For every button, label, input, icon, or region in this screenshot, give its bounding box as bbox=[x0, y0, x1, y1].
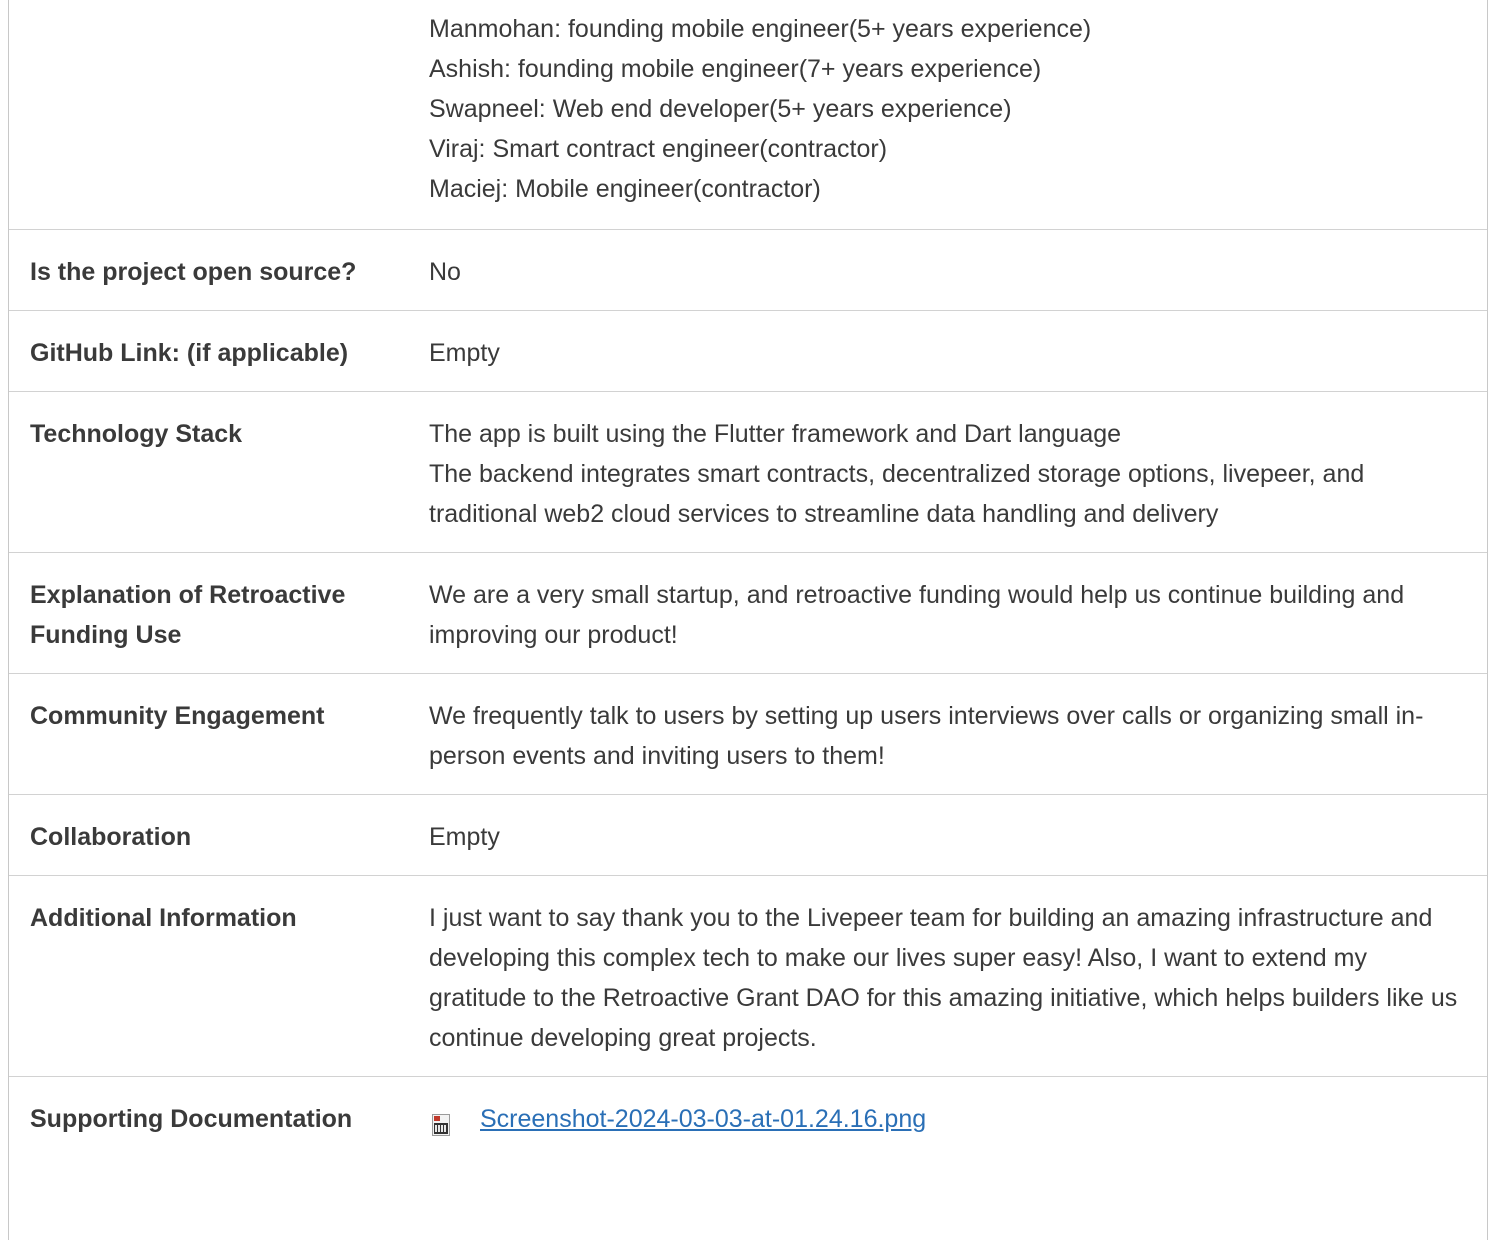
table-row-community-engagement: Community Engagement We frequently talk … bbox=[9, 673, 1487, 795]
row-label: Community Engagement bbox=[9, 673, 409, 795]
row-value: I just want to say thank you to the Live… bbox=[409, 875, 1487, 1077]
row-label bbox=[9, 0, 409, 230]
team-member: Viraj: Smart contract engineer(contracto… bbox=[429, 135, 888, 163]
stack-line: The app is built using the Flutter frame… bbox=[429, 420, 1122, 448]
details-table: Manmohan: founding mobile engineer(5+ ye… bbox=[9, 0, 1487, 1139]
row-value-attachment: Screenshot-2024-03-03-at-01.24.16.png bbox=[409, 1077, 1487, 1140]
table-row-supporting-documentation: Supporting Documentation Screenshot-2024… bbox=[9, 1077, 1487, 1140]
row-label: Explanation of Retroactive Funding Use bbox=[9, 552, 409, 674]
table-row-funding-use: Explanation of Retroactive Funding Use W… bbox=[9, 552, 1487, 674]
team-member: Ashish: founding mobile engineer(7+ year… bbox=[429, 55, 1042, 83]
row-label: Is the project open source? bbox=[9, 229, 409, 311]
table-row-github-link: GitHub Link: (if applicable) Empty bbox=[9, 310, 1487, 392]
row-value: Empty bbox=[409, 794, 1487, 876]
row-value: We are a very small startup, and retroac… bbox=[409, 552, 1487, 674]
attachment-link[interactable]: Screenshot-2024-03-03-at-01.24.16.png bbox=[480, 1099, 926, 1139]
table-row-collaboration: Collaboration Empty bbox=[9, 794, 1487, 876]
team-member: Swapneel: Web end developer(5+ years exp… bbox=[429, 95, 1012, 123]
team-member: Manmohan: founding mobile engineer(5+ ye… bbox=[429, 15, 1092, 43]
table-row-team: Manmohan: founding mobile engineer(5+ ye… bbox=[9, 0, 1487, 230]
submission-details: Manmohan: founding mobile engineer(5+ ye… bbox=[8, 0, 1488, 1240]
row-value: No bbox=[409, 229, 1487, 311]
row-label: Supporting Documentation bbox=[30, 1105, 353, 1133]
image-file-icon bbox=[432, 1108, 450, 1136]
row-value-team-members: Manmohan: founding mobile engineer(5+ ye… bbox=[409, 0, 1487, 230]
row-label: Technology Stack bbox=[9, 391, 409, 553]
row-value: The app is built using the Flutter frame… bbox=[409, 391, 1487, 553]
row-value: Empty bbox=[409, 310, 1487, 392]
row-label: Collaboration bbox=[9, 794, 409, 876]
table-row-technology-stack: Technology Stack The app is built using … bbox=[9, 391, 1487, 553]
table-row-open-source: Is the project open source? No bbox=[9, 229, 1487, 311]
team-member: Maciej: Mobile engineer(contractor) bbox=[429, 175, 821, 203]
row-label: GitHub Link: (if applicable) bbox=[9, 310, 409, 392]
row-value: We frequently talk to users by setting u… bbox=[409, 673, 1487, 795]
row-label: Additional Information bbox=[9, 875, 409, 1077]
stack-line: The backend integrates smart contracts, … bbox=[429, 460, 1365, 528]
table-row-additional-information: Additional Information I just want to sa… bbox=[9, 875, 1487, 1077]
attachment: Screenshot-2024-03-03-at-01.24.16.png bbox=[429, 1099, 1469, 1139]
